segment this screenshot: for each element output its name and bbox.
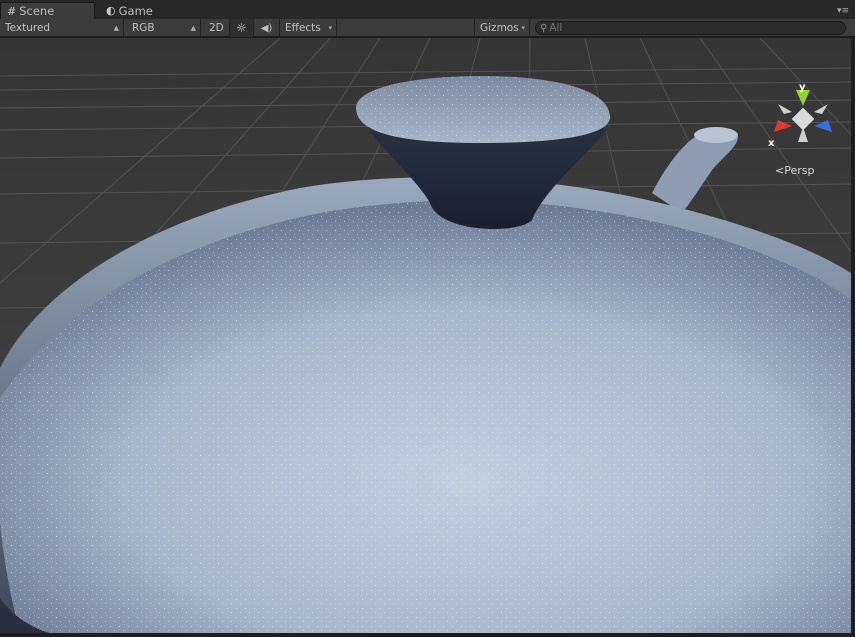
speaker-icon: ◀) [260, 22, 273, 34]
effects-dropdown[interactable]: Effects ▾ [280, 19, 337, 37]
render-mode-dropdown[interactable]: RGB ▲ [127, 19, 201, 37]
tab-game[interactable]: ◐ Game [100, 2, 159, 19]
scene-viewport[interactable]: y x <Persp [0, 38, 851, 633]
search-input[interactable] [549, 22, 830, 34]
panel-menu-icon[interactable]: ▾≡ [837, 6, 849, 16]
x-axis-label: x [768, 138, 775, 149]
tab-game-label: Game [118, 3, 153, 18]
effects-label: Effects [285, 22, 321, 34]
gizmos-label: Gizmos [480, 22, 519, 34]
chevron-down-icon: ▾ [521, 24, 525, 32]
audio-toggle[interactable]: ◀) [254, 19, 280, 37]
scene-grid-icon: # [7, 4, 17, 18]
projection-label: Persp [784, 164, 815, 177]
y-axis-label: y [799, 82, 806, 93]
tab-scene-label: Scene [19, 4, 55, 18]
neg-z-axis-cone[interactable] [814, 104, 828, 114]
lighting-toggle[interactable]: ☼ [230, 19, 254, 37]
projection-toggle[interactable]: <Persp [775, 164, 814, 177]
gizmos-dropdown[interactable]: Gizmos ▾ [474, 19, 530, 37]
z-axis-cone[interactable] [814, 120, 832, 132]
draw-mode-label: Textured [5, 22, 51, 34]
chevron-updown-icon: ▲ [190, 24, 196, 32]
tab-scene[interactable]: # Scene [0, 2, 95, 19]
tab-bar: # Scene ◐ Game ▾≡ [0, 0, 855, 19]
scene-orientation-gizmo[interactable]: y x [768, 82, 838, 152]
toggle-2d-button[interactable]: 2D [204, 19, 230, 37]
search-icon: ⚲ [540, 22, 548, 34]
x-axis-cone[interactable] [774, 120, 792, 132]
neg-x-axis-cone[interactable] [778, 104, 792, 114]
scene-render [0, 38, 851, 633]
chevron-down-icon: ▾ [328, 24, 332, 32]
render-mode-label: RGB [132, 22, 155, 34]
center-cube[interactable] [791, 107, 815, 131]
chevron-left-icon: < [775, 164, 785, 177]
chevron-updown-icon: ▲ [113, 24, 119, 32]
game-icon: ◐ [106, 4, 116, 17]
draw-mode-dropdown[interactable]: Textured ▲ [0, 19, 124, 37]
hierarchy-search-field[interactable]: ⚲ [535, 21, 846, 35]
sun-icon: ☼ [236, 21, 247, 35]
toggle-2d-label: 2D [209, 22, 224, 34]
teapot-spout-tip [694, 127, 738, 143]
